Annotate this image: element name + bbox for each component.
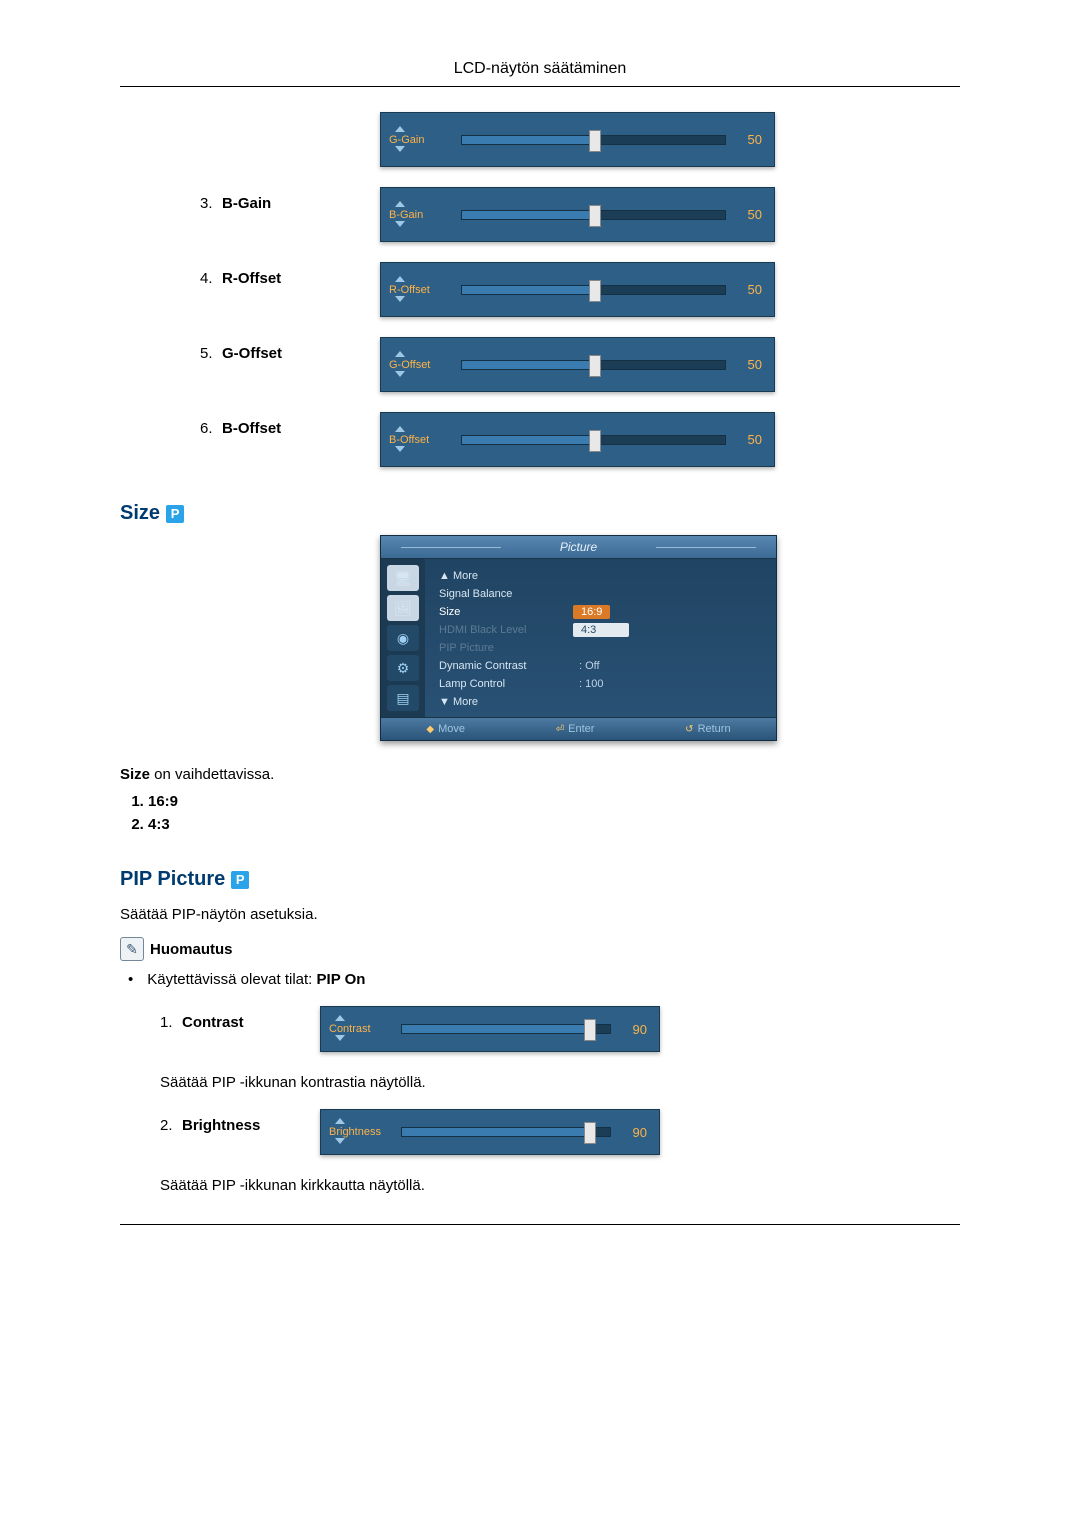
brightness-label: Brightness [182,1117,260,1134]
arrow-up-icon [395,351,405,357]
arrow-down-icon [335,1035,345,1041]
b-gain-slider[interactable]: B-Gain 50 [380,187,775,242]
osd-side-icon-multi[interactable]: ▤ [387,685,419,711]
osd-item-pip-picture: PIP Picture [439,639,766,657]
pip-picture-heading: PIP Picture P [120,868,960,891]
osd-sidebar: 🖥 🖼 ◉ ⚙ ▤ [381,559,425,717]
slider-label: G-Gain [389,134,424,146]
p-badge-icon: P [231,871,249,889]
osd-item-hdmi-black-level: HDMI Black Level4:3 [439,621,766,639]
slider-value: 50 [736,132,762,147]
slider-value: 90 [621,1022,647,1037]
contrast-slider[interactable]: Contrast 90 [320,1006,660,1052]
osd-picture-menu: Picture 🖥 🖼 ◉ ⚙ ▤ ▲ More Signal Balance … [380,535,777,741]
arrow-down-icon [395,146,405,152]
arrow-down-icon [395,446,405,452]
osd-title: Picture [381,536,776,559]
osd-footer-move: ◆Move [426,723,465,735]
slider-value: 50 [736,432,762,447]
osd-item-signal-balance[interactable]: Signal Balance [439,585,766,603]
osd-item-more-up[interactable]: ▲ More [439,567,766,585]
note-icon: ✎ [120,937,144,961]
contrast-desc: Säätää PIP -ikkunan kontrastia näytöllä. [120,1074,960,1091]
brightness-slider[interactable]: Brightness 90 [320,1109,660,1155]
b-offset-slider[interactable]: B-Offset 50 [380,412,775,467]
b-gain-label: B-Gain [222,195,271,212]
list-num: 5. [200,345,222,362]
brightness-desc: Säätää PIP -ikkunan kirkkautta näytöllä. [120,1177,960,1194]
osd-footer-return: ↺Return [685,723,730,735]
slider-value: 90 [621,1125,647,1140]
list-num: 4. [200,270,222,287]
list-num: 1. [160,1014,182,1031]
pip-mode-note: Käytettävissä olevat tilat: PIP On [128,971,960,988]
divider [120,1224,960,1225]
osd-item-more-down[interactable]: ▼ More [439,693,766,711]
contrast-label: Contrast [182,1014,244,1031]
osd-item-lamp-control[interactable]: Lamp Control: 100 [439,675,766,693]
arrow-up-icon [395,426,405,432]
g-offset-label: G-Offset [222,345,282,362]
arrow-up-icon [335,1118,345,1124]
list-num: 2. [160,1117,182,1134]
note-label: Huomautus [150,941,233,958]
list-num: 6. [200,420,222,437]
p-badge-icon: P [166,505,184,523]
arrow-up-icon [395,276,405,282]
slider-value: 50 [736,282,762,297]
b-offset-label: B-Offset [222,420,281,437]
size-option-43: 4:3 [148,816,960,833]
arrow-down-icon [395,371,405,377]
g-offset-slider[interactable]: G-Offset 50 [380,337,775,392]
arrow-down-icon [335,1138,345,1144]
osd-footer: ◆Move ⏎Enter ↺Return [381,717,776,740]
slider-value: 50 [736,207,762,222]
page-title: LCD-näytön säätäminen [120,60,960,78]
divider [120,86,960,87]
osd-item-size[interactable]: Size16:9 [439,603,766,621]
slider-label: Contrast [329,1023,371,1035]
g-gain-slider[interactable]: G-Gain 50 [380,112,775,167]
osd-footer-enter: ⏎Enter [556,723,595,735]
r-offset-label: R-Offset [222,270,281,287]
slider-label: Brightness [329,1126,381,1138]
arrow-up-icon [335,1015,345,1021]
size-desc: Size on vaihdettavissa. [120,766,960,783]
osd-item-dynamic-contrast[interactable]: Dynamic Contrast: Off [439,657,766,675]
arrow-up-icon [395,201,405,207]
slider-label: G-Offset [389,359,430,371]
list-num: 3. [200,195,222,212]
slider-label: B-Gain [389,209,423,221]
arrow-down-icon [395,221,405,227]
size-option-169: 16:9 [148,793,960,810]
r-offset-slider[interactable]: R-Offset 50 [380,262,775,317]
slider-label: R-Offset [389,284,430,296]
pip-desc: Säätää PIP-näytön asetuksia. [120,906,960,923]
osd-side-icon-picture[interactable]: 🖼 [387,595,419,621]
slider-label: B-Offset [389,434,429,446]
arrow-down-icon [395,296,405,302]
osd-side-icon-setup[interactable]: ⚙ [387,655,419,681]
osd-side-icon-sound[interactable]: ◉ [387,625,419,651]
slider-value: 50 [736,357,762,372]
arrow-up-icon [395,126,405,132]
size-heading: Size P [120,502,960,525]
osd-side-icon-input[interactable]: 🖥 [387,565,419,591]
